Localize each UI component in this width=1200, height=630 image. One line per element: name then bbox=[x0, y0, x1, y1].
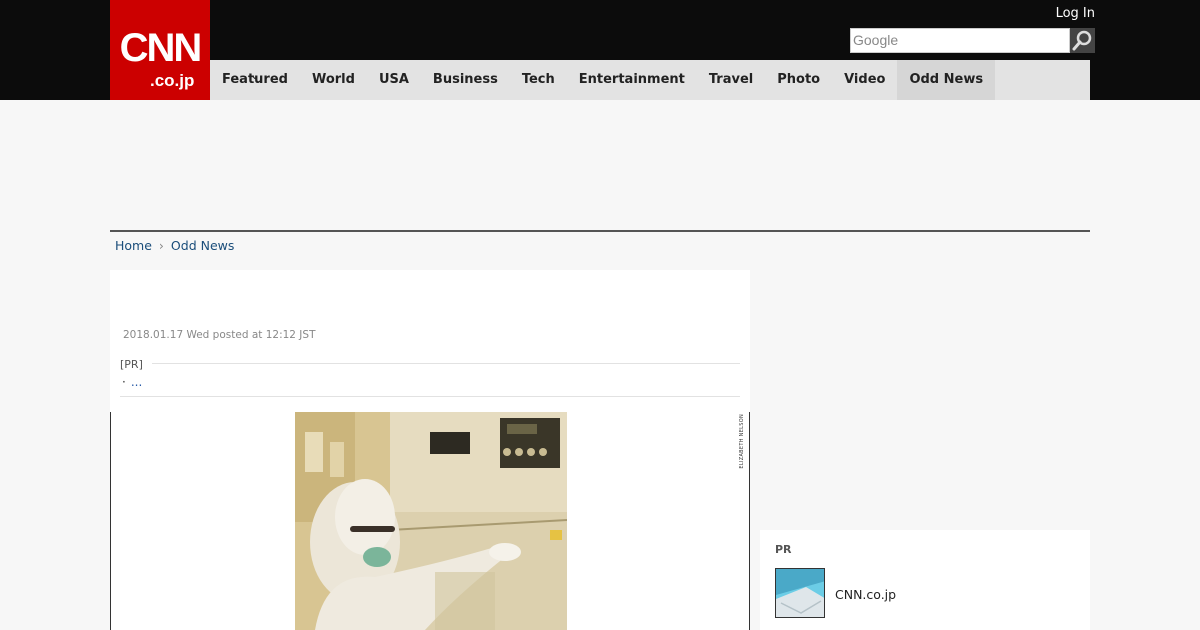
breadcrumb-section[interactable]: Odd News bbox=[171, 238, 234, 253]
pr-divider bbox=[152, 363, 740, 364]
search-input[interactable]: Google bbox=[850, 28, 1070, 53]
nav-item-world[interactable]: World bbox=[300, 60, 367, 100]
nav-item-business[interactable]: Business bbox=[421, 60, 510, 100]
nav-label: World bbox=[311, 72, 355, 87]
nav-label: Video bbox=[844, 72, 886, 87]
breadcrumb: Home › Odd News bbox=[115, 238, 234, 253]
search-button[interactable] bbox=[1070, 28, 1095, 53]
nav-label: Photo bbox=[777, 72, 821, 87]
search-placeholder: Google bbox=[853, 32, 899, 48]
bullet-icon: · bbox=[122, 375, 126, 389]
nav-item-travel[interactable]: Travel bbox=[697, 60, 765, 100]
lab-scene-illustration bbox=[295, 412, 567, 630]
nav-label: Odd News bbox=[909, 72, 984, 87]
envelope-icon bbox=[776, 569, 824, 617]
nav-label: USA bbox=[378, 72, 409, 87]
nav-item-usa[interactable]: USA bbox=[367, 60, 421, 100]
nav-item-entertainment[interactable]: Entertainment bbox=[567, 60, 697, 100]
login-link[interactable]: Log In bbox=[1050, 6, 1095, 21]
nav-item-photo[interactable]: Photo bbox=[765, 60, 832, 100]
article-card: 2018.01.17 Wed posted at 12:12 JST [PR] … bbox=[110, 270, 750, 630]
article-dateline: 2018.01.17 Wed posted at 12:12 JST bbox=[123, 329, 316, 341]
main-nav: Featured ⌄ World USA Business Tech Enter… bbox=[210, 60, 1090, 100]
pr-item-title[interactable]: CNN.co.jp bbox=[835, 587, 896, 602]
nav-label: Travel bbox=[708, 72, 754, 87]
ad-banner-area bbox=[110, 100, 1090, 230]
pr-link[interactable]: ... bbox=[131, 375, 142, 389]
pr-label: [PR] bbox=[120, 358, 143, 371]
nav-item-tech[interactable]: Tech bbox=[510, 60, 567, 100]
cnn-logo[interactable]: CNN .co.jp bbox=[110, 0, 210, 100]
chevron-right-icon: › bbox=[158, 238, 164, 253]
pr-divider-bottom bbox=[120, 396, 740, 397]
nav-item-odd-news[interactable]: Odd News bbox=[897, 60, 996, 100]
nav-item-video[interactable]: Video bbox=[832, 60, 897, 100]
sidebar-pr-heading: PR bbox=[775, 543, 792, 556]
search-icon bbox=[1072, 30, 1092, 51]
photo-credit: ELIZABETH NELSON bbox=[739, 414, 745, 469]
sidebar-pr-card: PR CNN.co.jp bbox=[760, 530, 1090, 630]
section-divider bbox=[110, 230, 1090, 232]
article-photo bbox=[295, 412, 567, 630]
breadcrumb-home[interactable]: Home bbox=[115, 238, 152, 253]
nav-label: Entertainment bbox=[578, 72, 685, 87]
pr-thumbnail[interactable] bbox=[775, 568, 825, 618]
pr-list-item: ·... bbox=[122, 375, 142, 389]
logo-brand: CNN bbox=[119, 26, 203, 70]
chevron-down-icon: ⌄ bbox=[250, 71, 260, 82]
logo-suffix: .co.jp bbox=[150, 71, 195, 90]
nav-item-featured[interactable]: Featured ⌄ bbox=[210, 60, 300, 100]
nav-label: Business bbox=[432, 72, 498, 87]
article-photo-frame: ELIZABETH NELSON bbox=[110, 412, 750, 630]
nav-label: Tech bbox=[521, 72, 555, 87]
